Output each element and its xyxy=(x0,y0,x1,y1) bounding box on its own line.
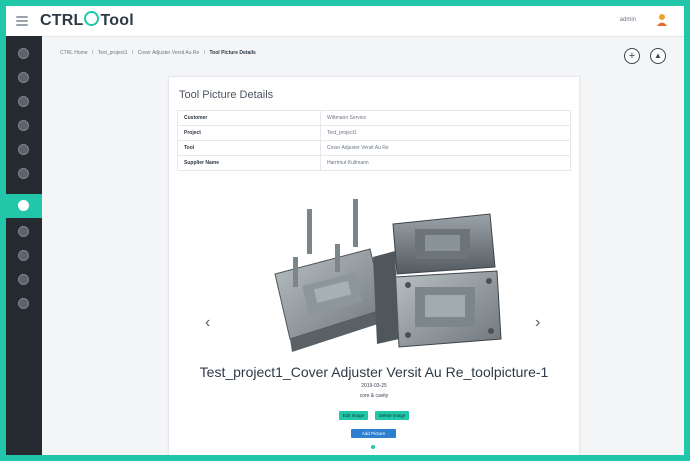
breadcrumb-project[interactable]: Test_project1 xyxy=(98,50,128,56)
users-icon xyxy=(18,274,29,285)
table-row: Tool Cover Adjuster Versit Au Re xyxy=(177,140,571,156)
menu-icon[interactable] xyxy=(16,16,28,26)
breadcrumb-separator: / xyxy=(203,50,206,56)
picture-date: 2019-03-25 xyxy=(361,383,387,389)
supplier-value: Harrtmut Kullmann xyxy=(320,155,571,171)
edit-image-button[interactable]: Edit Image xyxy=(338,411,369,420)
top-bar: CTRL Tool admin xyxy=(6,6,684,37)
image-actions: Edit Image Delete Image xyxy=(169,404,579,422)
sidebar-item-help[interactable] xyxy=(6,292,42,316)
upload-button[interactable]: ▲ xyxy=(650,48,666,64)
projects-icon xyxy=(18,96,29,107)
history-icon xyxy=(18,168,29,179)
carousel-indicator[interactable] xyxy=(371,445,375,449)
sidebar-item-tools[interactable] xyxy=(6,114,42,138)
sidebar-item-settings[interactable] xyxy=(6,244,42,268)
tools-icon xyxy=(18,120,29,131)
project-label: Project xyxy=(177,125,321,141)
user-name[interactable]: admin xyxy=(620,17,636,23)
sidebar xyxy=(6,36,42,455)
documents-icon xyxy=(18,226,29,237)
breadcrumb-separator: / xyxy=(131,50,134,56)
table-row: Project Test_project1 xyxy=(177,125,571,141)
sidebar-item-pictures[interactable] xyxy=(6,194,42,218)
settings-icon xyxy=(18,250,29,261)
logo-ring-icon xyxy=(84,11,100,26)
breadcrumb: CTRL Home / Test_project1 / Cover Adjust… xyxy=(60,50,259,56)
help-icon xyxy=(18,298,29,309)
table-row: Customer Wittmann Service xyxy=(177,110,571,126)
user-avatar-icon[interactable] xyxy=(656,13,670,27)
carousel-prev-icon[interactable]: ‹ xyxy=(205,315,210,331)
sidebar-item-history[interactable] xyxy=(6,162,42,186)
breadcrumb-tool[interactable]: Cover Adjuster Versit Au Re xyxy=(138,50,200,56)
project-value: Test_project1 xyxy=(320,125,571,141)
sidebar-item-documents[interactable] xyxy=(6,220,42,244)
breadcrumb-current: Tool Picture Details xyxy=(209,50,256,56)
tool-photo xyxy=(274,199,502,352)
delete-image-button[interactable]: Delete Image xyxy=(374,411,410,420)
sidebar-item-customers[interactable] xyxy=(6,66,42,90)
add-button[interactable]: + xyxy=(624,48,640,64)
details-table: Customer Wittmann Service Project Test_p… xyxy=(177,110,571,171)
brand-suffix: Tool xyxy=(100,12,134,29)
customer-label: Customer xyxy=(177,110,321,126)
tool-picture-card: Tool Picture Details Customer Wittmann S… xyxy=(168,76,580,455)
brand-prefix: CTRL xyxy=(40,12,84,29)
machines-icon xyxy=(18,144,29,155)
picture-title: Test_project1_Cover Adjuster Versit Au R… xyxy=(199,364,549,380)
customers-icon xyxy=(18,72,29,83)
table-row: Supplier Name Harrtmut Kullmann xyxy=(177,155,571,171)
dashboard-icon xyxy=(18,48,29,59)
supplier-label: Supplier Name xyxy=(177,155,321,171)
sidebar-item-projects[interactable] xyxy=(6,90,42,114)
sidebar-item-machines[interactable] xyxy=(6,138,42,162)
tool-value: Cover Adjuster Versit Au Re xyxy=(320,140,571,156)
page-title: Tool Picture Details xyxy=(179,89,274,101)
app-logo[interactable]: CTRL Tool xyxy=(40,11,134,30)
tool-label: Tool xyxy=(177,140,321,156)
breadcrumb-separator: / xyxy=(92,50,94,56)
carousel-next-icon[interactable]: › xyxy=(535,315,540,331)
sidebar-item-users[interactable] xyxy=(6,268,42,292)
pictures-icon xyxy=(18,200,29,211)
add-picture-button[interactable]: Add Picture xyxy=(351,429,396,438)
app-window: CTRL Tool admin CTRL Home / Test_project1… xyxy=(6,6,684,455)
sidebar-item-dashboard[interactable] xyxy=(6,42,42,66)
customer-value: Wittmann Service xyxy=(320,110,571,126)
breadcrumb-home[interactable]: CTRL Home xyxy=(60,50,88,56)
picture-description: core & cavity xyxy=(359,393,389,399)
